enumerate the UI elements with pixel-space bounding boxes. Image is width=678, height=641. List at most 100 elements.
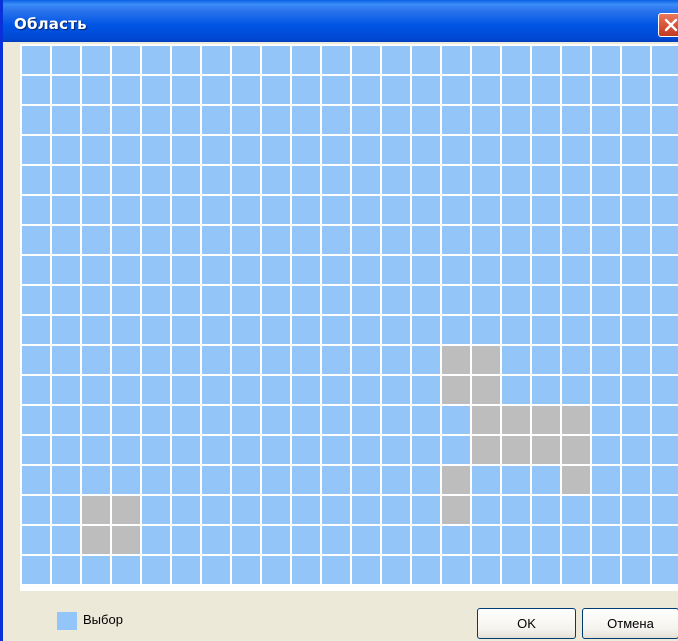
grid-cell[interactable]	[232, 286, 260, 314]
grid-cell[interactable]	[382, 406, 410, 434]
grid-cell[interactable]	[472, 196, 500, 224]
grid-cell[interactable]	[142, 436, 170, 464]
grid-cell[interactable]	[172, 406, 200, 434]
grid-cell[interactable]	[112, 226, 140, 254]
grid-cell[interactable]	[442, 496, 470, 524]
title-bar[interactable]: Область	[3, 0, 678, 42]
grid-cell[interactable]	[352, 526, 380, 554]
grid-cell[interactable]	[562, 556, 590, 584]
grid-cell[interactable]	[292, 556, 320, 584]
grid-cell[interactable]	[232, 526, 260, 554]
grid-cell[interactable]	[652, 376, 678, 404]
grid-cell[interactable]	[142, 106, 170, 134]
grid-cell[interactable]	[22, 226, 50, 254]
grid-cell[interactable]	[502, 226, 530, 254]
grid-cell[interactable]	[292, 226, 320, 254]
grid-cell[interactable]	[652, 76, 678, 104]
grid-cell[interactable]	[442, 286, 470, 314]
grid-cell[interactable]	[352, 466, 380, 494]
grid-cell[interactable]	[172, 286, 200, 314]
grid-cell[interactable]	[52, 376, 80, 404]
grid-cell[interactable]	[172, 526, 200, 554]
grid-cell[interactable]	[502, 106, 530, 134]
grid-cell[interactable]	[592, 286, 620, 314]
grid-cell[interactable]	[262, 406, 290, 434]
grid-cell[interactable]	[532, 76, 560, 104]
grid-cell[interactable]	[112, 346, 140, 374]
grid-cell[interactable]	[142, 556, 170, 584]
grid-cell[interactable]	[202, 196, 230, 224]
grid-cell[interactable]	[442, 376, 470, 404]
grid-cell[interactable]	[202, 496, 230, 524]
grid-cell[interactable]	[82, 496, 110, 524]
grid-cell[interactable]	[202, 226, 230, 254]
grid-cell[interactable]	[472, 166, 500, 194]
grid-cell[interactable]	[502, 76, 530, 104]
grid-cell[interactable]	[172, 166, 200, 194]
grid-cell[interactable]	[382, 436, 410, 464]
grid-cell[interactable]	[262, 46, 290, 74]
grid-cell[interactable]	[442, 346, 470, 374]
grid-cell[interactable]	[172, 46, 200, 74]
grid-cell[interactable]	[202, 286, 230, 314]
grid-cell[interactable]	[112, 166, 140, 194]
grid-cell[interactable]	[112, 406, 140, 434]
grid-cell[interactable]	[382, 286, 410, 314]
cancel-button[interactable]: Отмена	[582, 608, 678, 639]
grid-cell[interactable]	[412, 406, 440, 434]
grid-cell[interactable]	[562, 196, 590, 224]
grid-cell[interactable]	[472, 436, 500, 464]
grid-cell[interactable]	[262, 196, 290, 224]
grid-cell[interactable]	[262, 76, 290, 104]
grid-cell[interactable]	[502, 376, 530, 404]
grid-cell[interactable]	[22, 556, 50, 584]
grid-cell[interactable]	[292, 136, 320, 164]
grid-cell[interactable]	[292, 106, 320, 134]
grid-cell[interactable]	[412, 316, 440, 344]
grid-cell[interactable]	[532, 556, 560, 584]
grid-cell[interactable]	[232, 226, 260, 254]
grid-cell[interactable]	[172, 316, 200, 344]
grid-cell[interactable]	[622, 166, 650, 194]
grid-cell[interactable]	[472, 346, 500, 374]
grid-cell[interactable]	[412, 556, 440, 584]
grid-cell[interactable]	[22, 106, 50, 134]
grid-cell[interactable]	[292, 256, 320, 284]
grid-cell[interactable]	[112, 106, 140, 134]
grid-cell[interactable]	[382, 76, 410, 104]
grid-cell[interactable]	[232, 436, 260, 464]
grid-cell[interactable]	[52, 466, 80, 494]
grid-cell[interactable]	[622, 256, 650, 284]
grid-cell[interactable]	[622, 136, 650, 164]
area-grid[interactable]	[20, 44, 678, 591]
grid-cell[interactable]	[652, 286, 678, 314]
grid-cell[interactable]	[352, 556, 380, 584]
grid-cell[interactable]	[22, 466, 50, 494]
grid-cell[interactable]	[172, 496, 200, 524]
grid-cell[interactable]	[382, 136, 410, 164]
grid-cell[interactable]	[502, 406, 530, 434]
grid-cell[interactable]	[172, 256, 200, 284]
grid-cell[interactable]	[82, 196, 110, 224]
grid-cell[interactable]	[412, 46, 440, 74]
grid-cell[interactable]	[562, 46, 590, 74]
grid-cell[interactable]	[652, 196, 678, 224]
grid-cell[interactable]	[262, 256, 290, 284]
grid-cell[interactable]	[382, 466, 410, 494]
grid-cell[interactable]	[142, 226, 170, 254]
grid-cell[interactable]	[592, 226, 620, 254]
grid-cell[interactable]	[292, 286, 320, 314]
grid-cell[interactable]	[82, 556, 110, 584]
grid-cell[interactable]	[442, 526, 470, 554]
grid-cell[interactable]	[532, 376, 560, 404]
grid-cell[interactable]	[292, 436, 320, 464]
grid-cell[interactable]	[112, 256, 140, 284]
grid-cell[interactable]	[292, 316, 320, 344]
grid-cell[interactable]	[652, 46, 678, 74]
grid-cell[interactable]	[472, 556, 500, 584]
grid-cell[interactable]	[352, 256, 380, 284]
grid-cell[interactable]	[382, 46, 410, 74]
grid-cell[interactable]	[52, 196, 80, 224]
grid-cell[interactable]	[562, 376, 590, 404]
grid-cell[interactable]	[412, 376, 440, 404]
